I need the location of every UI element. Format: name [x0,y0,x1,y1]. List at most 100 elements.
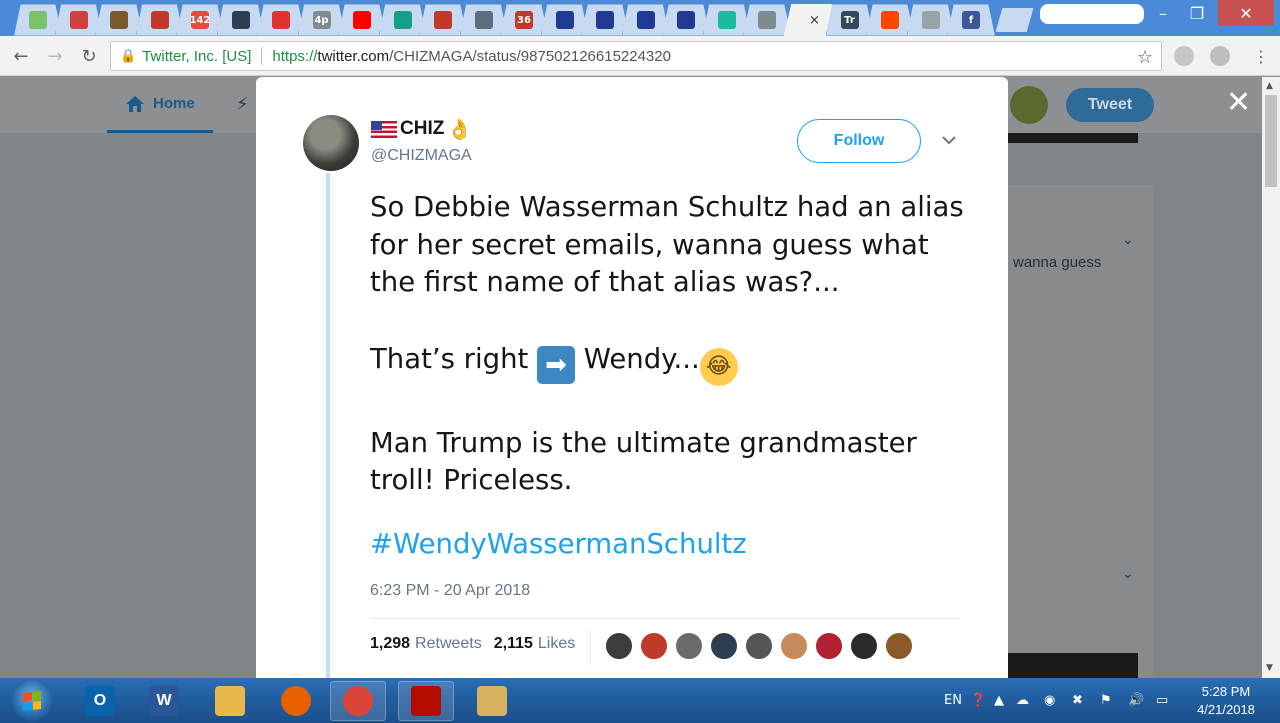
liker-avatar[interactable] [604,631,634,661]
taskbar-paint-button[interactable] [464,681,520,721]
reload-button[interactable]: ↻ [76,44,102,68]
browser-tab[interactable] [54,4,103,36]
tab-close-icon[interactable]: × [809,13,820,28]
bg-tweet-snippet: wanna guess [1013,254,1102,271]
network-x-icon[interactable]: ✖ [1072,678,1083,723]
d-logo-icon [434,11,452,29]
browser-tab[interactable] [257,4,305,36]
taskbar-acrobat-button[interactable] [398,681,454,721]
volume-icon[interactable]: 🔊 [1128,678,1144,723]
author-avatar[interactable] [303,115,359,171]
chrome-menu-button[interactable]: ⋮ [1248,44,1274,68]
address-bar[interactable]: 🔒 Twitter, Inc. [US] https:// twitter.co… [110,41,1162,71]
browser-tab[interactable] [459,4,508,36]
counter-icon: 142 [190,11,210,29]
browser-tab[interactable] [378,4,427,36]
browser-tab[interactable] [866,4,914,36]
cloud-icon[interactable]: ☁ [1016,678,1029,723]
window-close-button[interactable]: ✕ [1218,0,1274,26]
flag-icon[interactable]: ⚑ [1100,678,1112,723]
browser-tab[interactable] [338,4,386,36]
account-avatar[interactable] [1010,86,1048,124]
browser-tab[interactable]: 142 [176,4,224,36]
browser-tab[interactable]: Tr [825,4,874,36]
nav-home-tab[interactable]: Home [107,77,213,133]
liker-avatar[interactable] [744,631,774,661]
browser-tab[interactable] [216,4,265,36]
tweet-paragraph-2: That’s right ➡ Wendy... 😂 [370,341,970,386]
liker-avatar[interactable] [814,631,844,661]
scroll-up-icon[interactable]: ▲ [1266,81,1273,91]
browser-tab[interactable]: f [947,4,995,36]
hashtag-link[interactable]: #WendyWassermanSchultz [370,528,747,560]
author-name-row[interactable]: CHIZ 👌 [371,117,472,141]
author-name[interactable]: CHIZ [400,118,444,140]
browser-tab[interactable] [581,4,629,36]
moments-icon[interactable]: ⚡ [236,94,249,115]
url-host: twitter.com [317,47,390,65]
forward-button[interactable]: → [42,44,68,68]
outlook-icon: O [85,686,115,716]
liker-avatar[interactable] [849,631,879,661]
tweet-paragraph-1: So Debbie Wasserman Schultz had an alias… [370,191,964,298]
maximize-button[interactable]: ❐ [1180,0,1214,26]
browser-tab[interactable] [702,4,751,36]
browser-tab[interactable]: 36 [500,4,548,36]
like-count[interactable]: 2,115 [494,635,533,653]
new-tab-button[interactable] [995,8,1034,32]
browser-tab[interactable] [540,4,589,36]
browser-tab[interactable] [906,4,955,36]
browser-tab[interactable] [14,4,62,36]
bookmark-star-icon[interactable]: ☆ [1137,47,1153,68]
browser-tab[interactable]: 4p [297,4,346,36]
minimize-button[interactable]: – [1146,0,1180,26]
author-handle[interactable]: @CHIZMAGA [371,147,472,165]
tweet-permalink-modal: CHIZ 👌 @CHIZMAGA Follow So Debbie Wasser… [256,77,1008,678]
liker-avatar[interactable] [639,631,669,661]
help-icon[interactable]: ❓ [970,678,986,723]
scroll-down-icon[interactable]: ▼ [1266,663,1273,673]
language-indicator[interactable]: EN [944,678,962,723]
browser-tab[interactable] [662,4,710,36]
system-clock[interactable]: 5:28 PM 4/21/2018 [1186,683,1266,719]
display-icon[interactable]: ▭ [1156,678,1168,723]
site-identity[interactable]: Twitter, Inc. [US] [142,48,251,65]
liker-avatar[interactable] [674,631,704,661]
browser-tab[interactable] [135,4,184,36]
taskbar-outlook-button[interactable]: O [72,681,128,721]
browser-tab[interactable] [95,4,143,36]
follow-button[interactable]: Follow [797,119,921,163]
tweet-timestamp[interactable]: 6:23 PM - 20 Apr 2018 [370,582,530,600]
extension-d-icon[interactable] [1174,46,1194,66]
extension-profile-icon[interactable] [1210,46,1230,66]
firefox-tray-icon[interactable]: ◉ [1044,678,1055,723]
chevron-down-icon[interactable]: ⌄ [1122,566,1134,582]
like-label[interactable]: Likes [538,635,575,653]
retweet-label[interactable]: Retweets [415,635,482,653]
taskbar-explorer-button[interactable] [202,681,258,721]
compose-tweet-button[interactable]: Tweet [1066,88,1154,122]
reload-icon: ↻ [81,45,97,67]
right-arrow-emoji-icon: ➡ [537,345,576,384]
back-button[interactable]: ← [8,44,34,68]
circle-icon [717,11,736,29]
browser-tab[interactable] [419,4,467,36]
scrollbar-thumb[interactable] [1265,95,1277,187]
s-logo-icon [393,11,412,29]
liker-avatar[interactable] [884,631,914,661]
liker-avatar[interactable] [779,631,809,661]
chevron-down-icon[interactable]: ⌄ [1122,232,1134,248]
browser-tab[interactable] [743,4,791,36]
start-button[interactable] [12,681,52,721]
retweet-count[interactable]: 1,298 [370,635,410,653]
taskbar-word-button[interactable]: W [136,681,192,721]
liker-avatar[interactable] [709,631,739,661]
taskbar-chrome-button[interactable] [330,681,386,721]
chevron-down-icon[interactable] [942,133,956,147]
close-modal-button[interactable]: ✕ [1226,88,1251,118]
browser-tab[interactable] [621,4,670,36]
tray-expand-icon[interactable]: ▲ [994,678,1004,723]
taskbar-firefox-button[interactable] [268,681,324,721]
minimize-icon: – [1159,3,1167,23]
page-scrollbar[interactable]: ▲ ▼ [1262,77,1280,678]
